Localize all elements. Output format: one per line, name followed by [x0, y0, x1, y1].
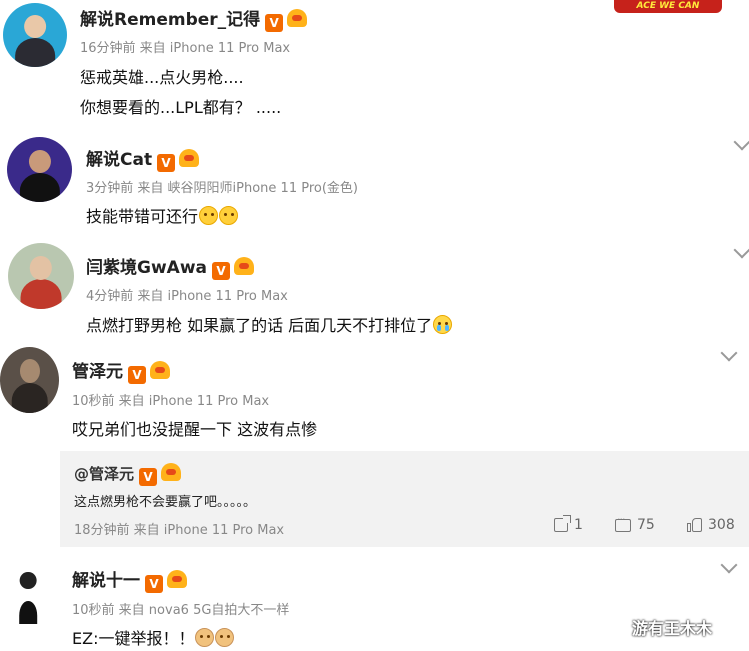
watermark: 游有王木木 — [632, 619, 713, 638]
share-icon — [554, 515, 571, 532]
laugh-cry-emoji-icon — [433, 315, 453, 334]
share-count: 1 — [574, 517, 583, 533]
vip-crown-icon — [167, 570, 187, 588]
chevron-down-icon[interactable] — [733, 241, 749, 259]
chevron-down-icon[interactable] — [733, 133, 749, 151]
comment-meta: 10秒前 来自 iPhone 11 Pro Max — [72, 394, 270, 409]
avatar[interactable] — [7, 137, 72, 202]
like-button[interactable]: 308 — [687, 517, 735, 533]
surprised-emoji-icon — [219, 206, 239, 225]
thumbs-up-icon — [687, 518, 702, 532]
username[interactable]: 闫紫境GwAwa V — [86, 253, 254, 280]
vip-crown-icon — [150, 361, 170, 379]
username[interactable]: 解说Remember_记得 V — [80, 5, 308, 32]
comment-meta: 4分钟前 来自 iPhone 11 Pro Max — [86, 289, 288, 304]
comment-meta: 10秒前 来自 nova6 5G自拍大不一样 — [72, 603, 290, 618]
comment-text: 点燃打野男枪 如果赢了的话 后面几天不打排位了 — [86, 312, 453, 336]
verified-icon: V — [145, 575, 163, 593]
comment-text-line: 你想要看的...LPL都有？ ..... — [80, 98, 282, 117]
share-button[interactable]: 1 — [554, 515, 583, 533]
comment-meta: 3分钟前 来自 峡谷阴阳师iPhone 11 Pro(金色) — [86, 181, 358, 196]
vip-crown-icon — [234, 257, 254, 275]
doge-emoji-icon — [195, 628, 215, 647]
comment-text: 哎兄弟们也没提醒一下 这波有点惨 — [72, 420, 318, 439]
verified-icon: V — [139, 468, 158, 486]
chevron-down-icon[interactable] — [720, 344, 738, 362]
verified-icon: V — [265, 14, 284, 32]
verified-icon: V — [212, 262, 230, 280]
quoted-reply: @管泽元 V 这点燃男枪不会要赢了吧。。。。。 18分钟前 来自 iPhone 1… — [60, 451, 749, 547]
username[interactable]: 管泽元 V — [72, 357, 170, 384]
comment-text-line: 惩戒英雄...点火男枪.... — [80, 68, 244, 87]
comment-text: EZ:一键举报！！ — [72, 625, 235, 649]
reply-username[interactable]: @管泽元 V — [74, 463, 182, 486]
vip-crown-icon — [161, 463, 182, 481]
avatar[interactable] — [0, 347, 59, 413]
comment-meta: 16分钟前 来自 iPhone 11 Pro Max — [80, 41, 291, 56]
sticker-image: ACE WE CAN — [614, 0, 722, 13]
comment-count: 75 — [637, 517, 655, 533]
surprised-emoji-icon — [199, 206, 219, 225]
avatar[interactable] — [6, 566, 50, 624]
verified-icon: V — [157, 154, 176, 172]
avatar[interactable] — [3, 3, 67, 67]
reply-text: 这点燃男枪不会要赢了吧。。。。。 — [74, 495, 257, 510]
avatar[interactable] — [8, 243, 74, 309]
reply-meta: 18分钟前 来自 iPhone 11 Pro Max — [74, 523, 285, 538]
username[interactable]: 解说十一 V — [72, 566, 187, 593]
doge-emoji-icon — [215, 628, 235, 647]
username[interactable]: 解说Cat V — [86, 145, 200, 172]
comment-text: 技能带错可还行 — [86, 203, 239, 227]
vip-crown-icon — [179, 149, 200, 167]
verified-icon: V — [128, 366, 146, 384]
like-count: 308 — [708, 517, 735, 533]
comment-icon — [615, 513, 631, 532]
chevron-down-icon[interactable] — [720, 556, 738, 574]
vip-crown-icon — [287, 9, 308, 27]
comment-button[interactable]: 75 — [615, 513, 655, 533]
